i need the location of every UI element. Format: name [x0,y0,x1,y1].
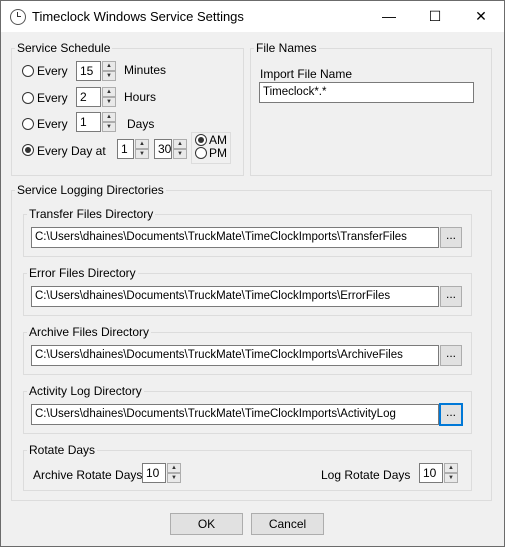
hours-up-button[interactable]: ▲ [102,87,116,97]
error-files-label: Error Files Directory [27,266,138,280]
error-files-path-input[interactable]: C:\Users\dhaines\Documents\TruckMate\Tim… [31,286,439,307]
archive-files-path-input[interactable]: C:\Users\dhaines\Documents\TruckMate\Tim… [31,345,439,366]
cancel-button[interactable]: Cancel [251,513,324,535]
log-rotate-up-button[interactable]: ▲ [444,463,458,473]
hour-up-button[interactable]: ▲ [135,139,149,149]
days-unit-label: Days [127,117,155,131]
am-radio[interactable] [195,134,207,146]
ok-button[interactable]: OK [170,513,243,535]
hour-input[interactable]: 1 [117,139,134,159]
days-down-button[interactable]: ▼ [102,122,116,132]
transfer-files-label: Transfer Files Directory [27,207,156,221]
archive-rotate-days-label: Archive Rotate Days [33,468,143,482]
minute-up-button[interactable]: ▲ [173,139,187,149]
days-up-button[interactable]: ▲ [102,112,116,122]
minutes-down-button[interactable]: ▼ [102,71,116,81]
settings-window: Timeclock Windows Service Settings — ☐ ✕… [0,0,505,547]
activity-log-browse-button[interactable]: ... [439,403,463,426]
close-button[interactable]: ✕ [458,1,504,32]
minute-input[interactable]: 30 [154,139,172,159]
transfer-files-browse-button[interactable]: ... [440,227,462,248]
activity-log-path-input[interactable]: C:\Users\dhaines\Documents\TruckMate\Tim… [31,404,439,425]
rotate-days-label: Rotate Days [27,443,98,457]
every-minutes-label: Every [37,64,68,78]
archive-files-browse-button[interactable]: ... [440,345,462,366]
title-bar[interactable]: Timeclock Windows Service Settings — ☐ ✕ [1,1,504,32]
hours-unit-label: Hours [124,90,157,104]
hours-down-button[interactable]: ▼ [102,97,116,107]
minimize-button[interactable]: — [366,1,412,32]
am-label: AM [209,133,227,147]
archive-rotate-up-button[interactable]: ▲ [167,463,181,473]
minutes-unit-label: Minutes [124,63,167,77]
every-day-at-radio[interactable] [22,144,34,156]
window-title: Timeclock Windows Service Settings [32,9,244,24]
every-minutes-radio[interactable] [22,65,34,77]
minutes-up-button[interactable]: ▲ [102,61,116,71]
pm-label: PM [209,146,227,160]
clock-icon [10,9,26,25]
log-rotate-days-label: Log Rotate Days [321,468,411,482]
every-days-radio[interactable] [22,118,34,130]
minute-down-button[interactable]: ▼ [173,149,187,159]
activity-log-label: Activity Log Directory [27,384,144,398]
service-schedule-label: Service Schedule [15,41,113,55]
transfer-files-path-input[interactable]: C:\Users\dhaines\Documents\TruckMate\Tim… [31,227,439,248]
minutes-input[interactable]: 15 [76,61,101,81]
every-hours-radio[interactable] [22,92,34,104]
every-hours-label: Every [37,91,68,105]
every-day-at-label: Every Day at [37,144,106,158]
hour-down-button[interactable]: ▼ [135,149,149,159]
error-files-browse-button[interactable]: ... [440,286,462,307]
logging-directories-label: Service Logging Directories [15,183,166,197]
log-rotate-days-input[interactable]: 10 [419,463,443,483]
days-input[interactable]: 1 [76,112,101,132]
hours-input[interactable]: 2 [76,87,101,107]
archive-files-label: Archive Files Directory [27,325,152,339]
pm-radio[interactable] [195,147,207,159]
log-rotate-down-button[interactable]: ▼ [444,473,458,483]
every-days-label: Every [37,117,68,131]
file-names-label: File Names [254,41,319,55]
import-file-name-label: Import File Name [260,67,353,81]
archive-rotate-down-button[interactable]: ▼ [167,473,181,483]
import-file-name-input[interactable]: Timeclock*.* [259,82,474,103]
maximize-button[interactable]: ☐ [412,1,458,32]
archive-rotate-days-input[interactable]: 10 [142,463,166,483]
